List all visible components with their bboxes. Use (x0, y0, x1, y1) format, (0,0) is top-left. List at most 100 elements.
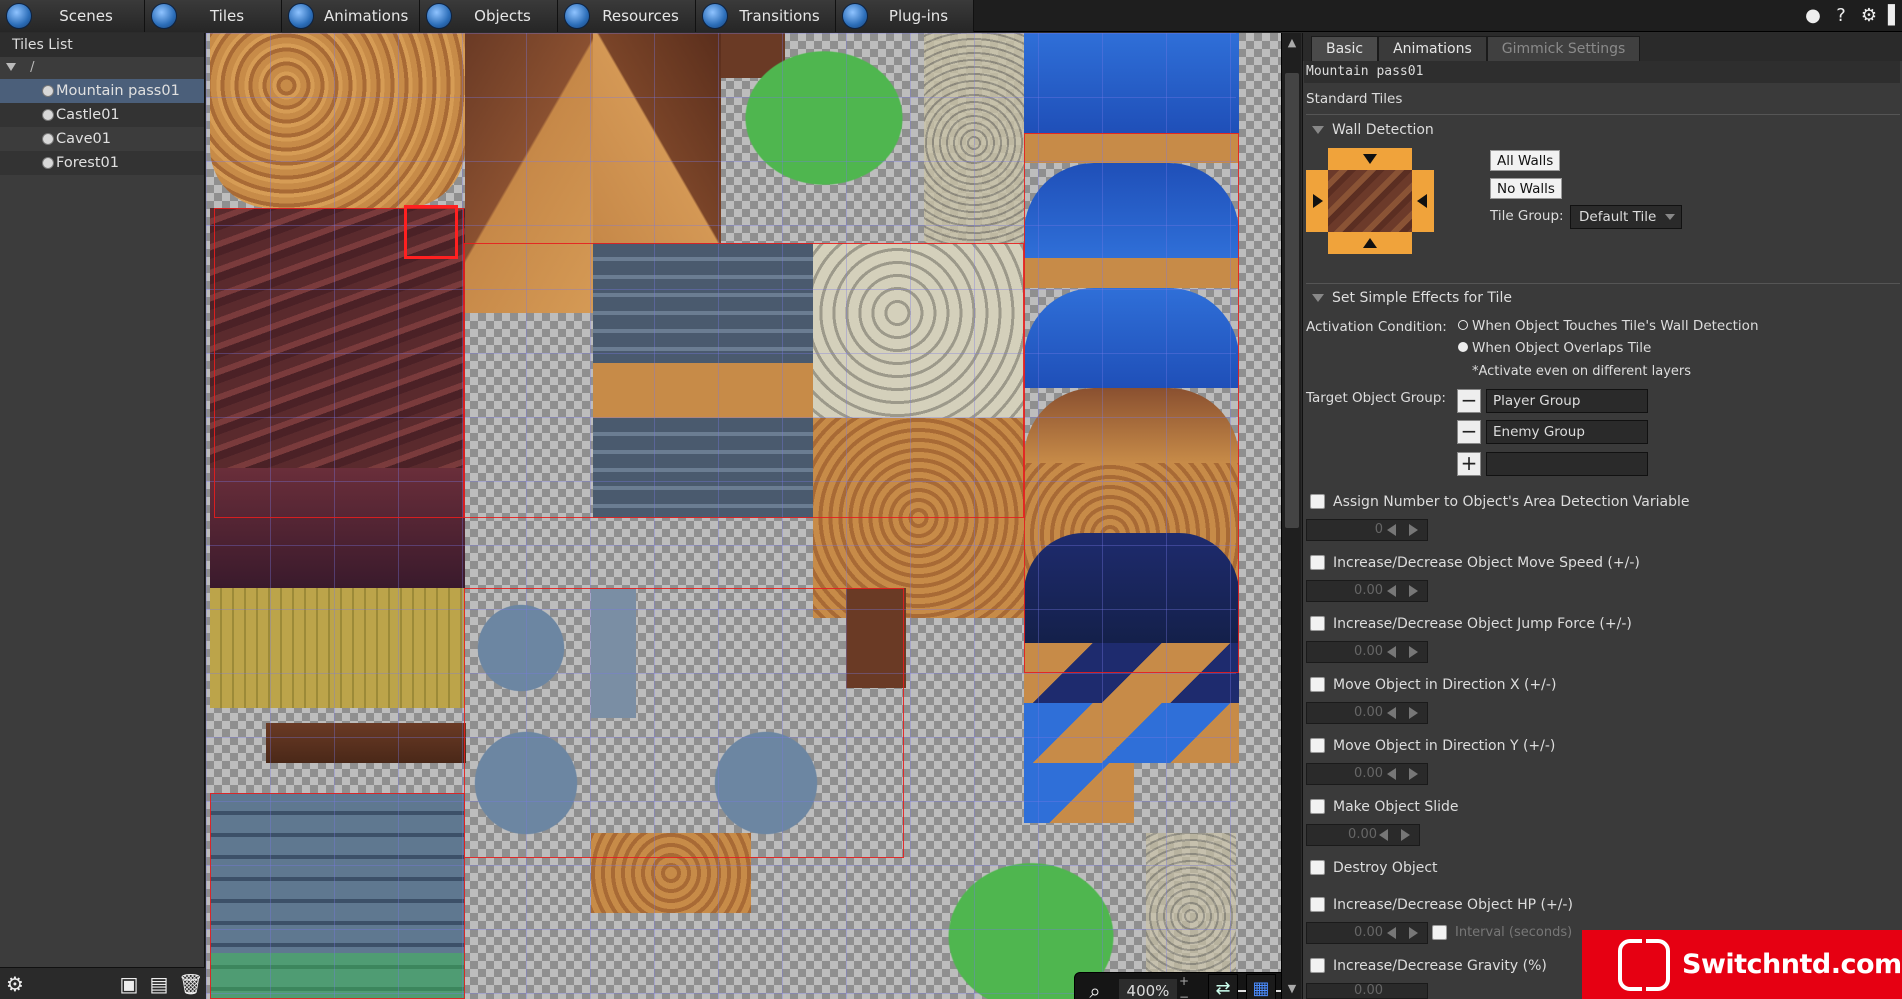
tileset-icon (42, 157, 54, 169)
add-group-button[interactable]: + (1457, 452, 1481, 476)
option-value-field[interactable]: 0.00 (1306, 580, 1428, 602)
new-folder-icon[interactable]: ▣ (118, 973, 140, 995)
decrement-icon[interactable] (1387, 646, 1396, 658)
tile-item-forest01[interactable]: Forest01 (0, 151, 204, 175)
divider (1306, 283, 1900, 284)
collapse-triangle-icon[interactable] (6, 63, 16, 71)
target-group-field[interactable] (1486, 452, 1648, 476)
option-checkbox[interactable] (1310, 677, 1325, 692)
globe-icon[interactable]: ● (1804, 7, 1822, 25)
tab-scenes[interactable]: Scenes (0, 0, 145, 32)
increment-icon[interactable] (1409, 707, 1418, 719)
tab-objects[interactable]: Objects (420, 0, 558, 32)
menubar-tools: ● ? ⚙ ▌ (1804, 0, 1902, 32)
scroll-up-icon[interactable]: ▲ (1285, 36, 1299, 50)
section-title: Wall Detection (1332, 122, 1434, 138)
option-checkbox[interactable] (1310, 494, 1325, 509)
settings-gear-icon[interactable]: ⚙ (4, 973, 26, 995)
interval-checkbox[interactable] (1432, 925, 1447, 940)
decrement-icon[interactable] (1379, 829, 1388, 841)
tab-gimmick-settings[interactable]: Gimmick Settings (1486, 36, 1641, 61)
option-value-field[interactable]: 0.00 (1306, 763, 1428, 785)
zoom-in-icon[interactable]: + (1179, 974, 1191, 988)
scenes-icon (6, 3, 32, 29)
tab-transitions[interactable]: Transitions (696, 0, 836, 32)
resources-icon (564, 3, 590, 29)
tile-group-dropdown[interactable]: Default Tile (1570, 205, 1682, 229)
all-walls-button[interactable]: All Walls (1490, 150, 1561, 171)
target-group-field[interactable]: Player Group (1486, 389, 1648, 413)
new-tile-icon[interactable]: ▤ (148, 973, 170, 995)
zoom-out-icon[interactable]: − (1179, 990, 1191, 999)
increment-icon[interactable] (1409, 585, 1418, 597)
increment-icon[interactable] (1409, 927, 1418, 939)
plugins-icon (842, 3, 868, 29)
increment-icon[interactable] (1409, 646, 1418, 658)
activation-overlap-radio[interactable] (1458, 342, 1468, 352)
tile-item-mountain-pass01[interactable]: Mountain pass01 (0, 79, 204, 103)
scroll-down-icon[interactable]: ▼ (1285, 982, 1299, 996)
option-value-field[interactable]: 0.00 (1306, 824, 1420, 846)
decrement-icon[interactable] (1387, 927, 1396, 939)
magnifier-icon[interactable]: ⌕ (1083, 979, 1107, 999)
animations-icon (288, 3, 314, 29)
trash-icon[interactable]: 🗑 (178, 973, 203, 995)
option-value-field[interactable]: 0.00 (1306, 702, 1428, 724)
activation-touch-radio[interactable] (1458, 320, 1468, 330)
option-value-field[interactable]: 0.00 (1306, 983, 1428, 999)
panel-toggle-icon[interactable]: ▌ (1888, 7, 1902, 25)
tab-animations[interactable]: Animations (282, 0, 420, 32)
zoom-value[interactable]: 400% (1119, 979, 1177, 999)
increment-icon[interactable] (1409, 524, 1418, 536)
gear-icon[interactable]: ⚙ (1860, 7, 1878, 25)
option-checkbox[interactable] (1310, 958, 1325, 973)
option-checkbox[interactable] (1310, 897, 1325, 912)
option-value-field[interactable]: 0 (1306, 519, 1428, 541)
tab-plugins[interactable]: Plug-ins (836, 0, 974, 32)
option-checkbox[interactable] (1310, 616, 1325, 631)
option-value-field[interactable]: 0.00 (1306, 922, 1428, 944)
option-checkbox[interactable] (1310, 555, 1325, 570)
tab-label: Tiles (209, 7, 245, 25)
decrement-icon[interactable] (1387, 585, 1396, 597)
no-walls-button[interactable]: No Walls (1490, 178, 1562, 199)
increment-icon[interactable] (1401, 829, 1410, 841)
simple-effects-header[interactable]: Set Simple Effects for Tile (1312, 290, 1512, 306)
tile-item-castle01[interactable]: Castle01 (0, 103, 204, 127)
watermark-banner: Switchntd.com (1582, 930, 1902, 999)
target-group-field[interactable]: Enemy Group (1486, 420, 1648, 444)
increment-icon[interactable] (1409, 768, 1418, 780)
tab-resources[interactable]: Resources (558, 0, 696, 32)
canvas-vertical-scrollbar[interactable]: ▲ ▼ (1281, 33, 1301, 999)
tile-name-field[interactable]: Mountain pass01 (1306, 64, 1423, 79)
tileset-canvas[interactable]: ⌕ 400% + − ⇄ ▦ (206, 33, 1281, 999)
tiles-list-panel: Tiles List / Mountain pass01 Castle01 Ca… (0, 33, 205, 999)
tab-tiles[interactable]: Tiles (145, 0, 282, 32)
activation-overlap-label: When Object Overlaps Tile (1472, 340, 1652, 356)
option-value-field[interactable]: 0.00 (1306, 641, 1428, 663)
grid-toggle-icon[interactable]: ▦ (1246, 974, 1276, 999)
help-icon[interactable]: ? (1832, 7, 1850, 25)
option-checkbox[interactable] (1310, 738, 1325, 753)
decrement-icon[interactable] (1387, 768, 1396, 780)
option-label: Move Object in Direction X (+/-) (1333, 677, 1557, 693)
decrement-icon[interactable] (1387, 707, 1396, 719)
remove-group-button[interactable]: − (1457, 389, 1481, 413)
interval-label: Interval (seconds) (1455, 925, 1573, 940)
tab-basic[interactable]: Basic (1311, 36, 1379, 61)
swap-layer-icon[interactable]: ⇄ (1208, 974, 1238, 999)
arrow-up-icon (1363, 238, 1377, 248)
wall-detection-header[interactable]: Wall Detection (1312, 122, 1434, 138)
scroll-thumb[interactable] (1285, 73, 1299, 528)
remove-group-button[interactable]: − (1457, 420, 1481, 444)
decrement-icon[interactable] (1387, 524, 1396, 536)
tree-root[interactable]: / (0, 57, 204, 79)
option-checkbox[interactable] (1310, 799, 1325, 814)
tileset-icon (42, 109, 54, 121)
tab-label: Objects (474, 7, 531, 25)
tab-animations-props[interactable]: Animations (1378, 36, 1487, 61)
wall-detection-selector[interactable] (1306, 148, 1434, 254)
selected-tile-highlight (404, 205, 458, 259)
option-checkbox[interactable] (1310, 860, 1325, 875)
tile-item-cave01[interactable]: Cave01 (0, 127, 204, 151)
